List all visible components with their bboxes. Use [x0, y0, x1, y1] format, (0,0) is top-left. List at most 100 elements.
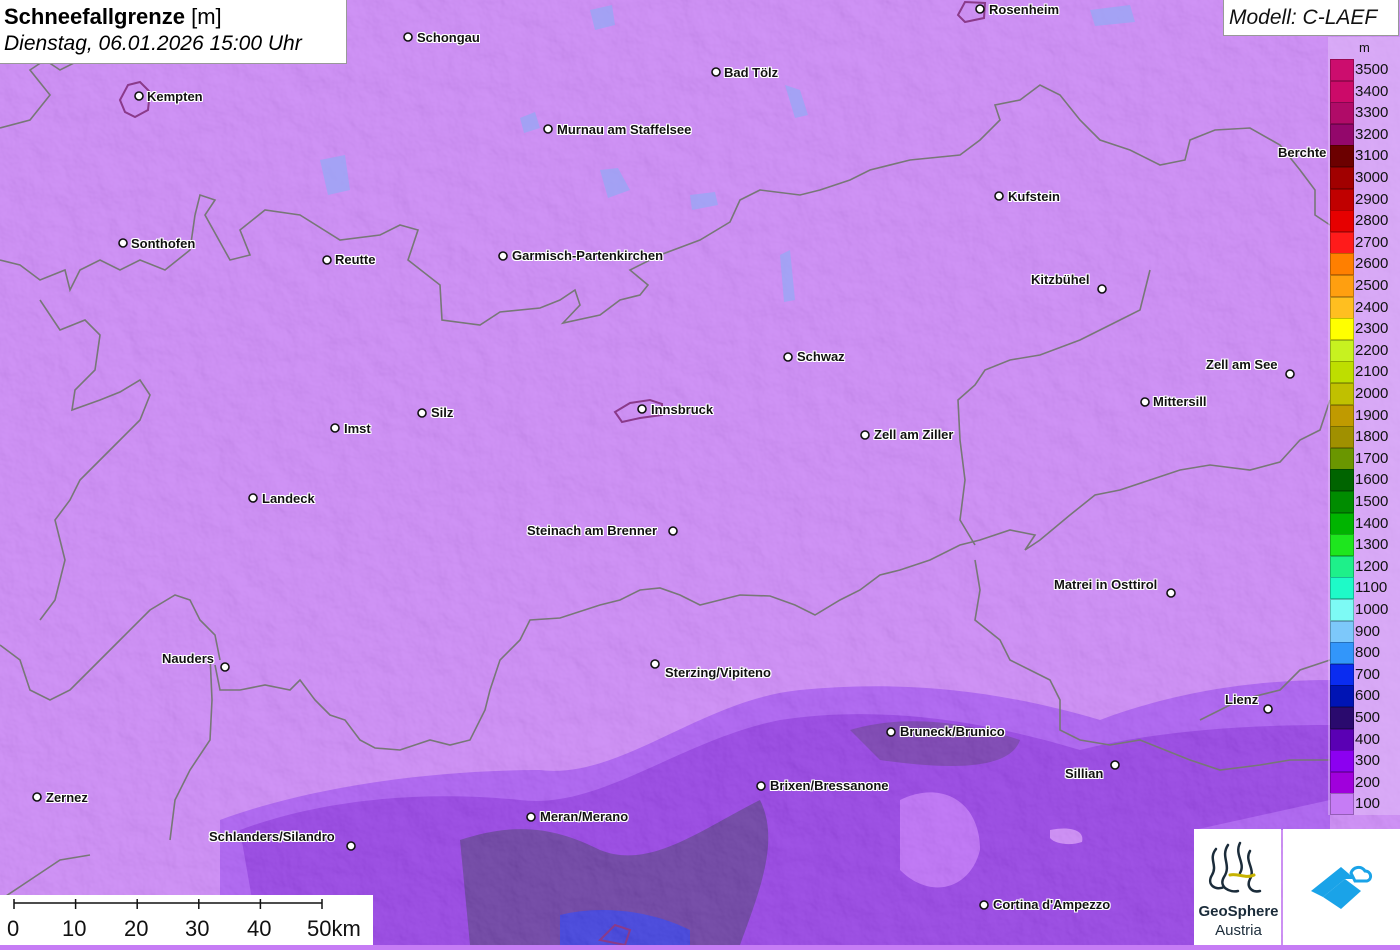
legend-swatch-2300 — [1330, 318, 1354, 341]
legend-swatch-3100 — [1330, 145, 1354, 168]
legend-label-3100: 3100 — [1355, 147, 1389, 165]
legend-swatch-2400 — [1330, 296, 1354, 319]
legend-swatch-500 — [1330, 707, 1354, 730]
legend-label-2500: 2500 — [1355, 277, 1389, 294]
city-label-reutte: Reutte — [335, 252, 376, 267]
model-box: Modell: C-LAEF — [1223, 0, 1399, 36]
legend-label-300: 300 — [1355, 752, 1381, 770]
city-label-sillian: Sillian — [1065, 766, 1104, 781]
legend-label-1200: 1200 — [1355, 557, 1389, 575]
legend-swatch-3400 — [1330, 80, 1354, 103]
legend-swatch-2000 — [1330, 383, 1354, 406]
city-label-mittersill: Mittersill — [1153, 394, 1207, 409]
city-label-kempten: Kempten — [147, 89, 203, 104]
legend-swatch-1600 — [1330, 469, 1354, 492]
scale-label-10: 10 — [62, 916, 87, 941]
city-label-bad-toelz: Bad Tölz — [724, 65, 779, 80]
city-label-kitzbuehel: Kitzbühel — [1031, 272, 1090, 287]
city-label-zell-am-ziller: Zell am Ziller — [874, 427, 954, 442]
legend-label-2700: 2700 — [1355, 233, 1389, 251]
city-label-schlanders: Schlanders/Silandro — [209, 829, 335, 844]
legend-swatch-1000 — [1330, 599, 1354, 622]
legend-swatch-1100 — [1330, 577, 1354, 600]
city-label-nauders: Nauders — [162, 651, 215, 666]
legend-label-1800: 1800 — [1355, 428, 1389, 446]
legend-label-500: 500 — [1355, 709, 1381, 726]
city-label-steinach: Steinach am Brenner — [527, 523, 658, 538]
legend-label-800: 800 — [1355, 644, 1381, 662]
title-box: Schneefallgrenze [m] Dienstag, 06.01.202… — [0, 0, 347, 64]
legend-label-1500: 1500 — [1355, 493, 1389, 510]
legend-label-700: 700 — [1355, 665, 1381, 683]
legend-swatch-2500 — [1330, 275, 1354, 298]
geosphere-emblem-icon — [1208, 841, 1262, 893]
city-label-sonthofen: Sonthofen — [131, 236, 196, 251]
legend-swatch-1800 — [1330, 426, 1354, 449]
city-label-schwaz: Schwaz — [797, 349, 845, 364]
scale-label-0: 0 — [7, 916, 20, 941]
model-label: Modell: C-LAEF — [1229, 6, 1378, 29]
scale-label-40: 40 — [247, 916, 272, 941]
legend-label-3300: 3300 — [1355, 104, 1389, 122]
city-label-sterzing: Sterzing/Vipiteno — [665, 665, 771, 680]
city-label-lienz: Lienz — [1225, 692, 1259, 707]
legend-swatch-1700 — [1330, 447, 1354, 470]
legend-swatch-700 — [1330, 663, 1354, 686]
scale-label-20: 20 — [124, 916, 149, 941]
legend-swatch-100 — [1330, 793, 1354, 816]
title-unit: [m] — [191, 4, 222, 29]
legend-label-2000: 2000 — [1355, 385, 1389, 402]
snowfall-limit-map[interactable] — [0, 0, 1400, 945]
legend-swatch-2800 — [1330, 210, 1354, 233]
legend-label-100: 100 — [1355, 795, 1381, 813]
city-label-kufstein: Kufstein — [1008, 189, 1060, 204]
city-label-silz: Silz — [431, 405, 454, 420]
legend-label-3200: 3200 — [1355, 125, 1389, 143]
legend-label-3400: 3400 — [1355, 82, 1389, 100]
legend-label-1100: 1100 — [1355, 579, 1388, 597]
arrow-cloud-icon — [1311, 865, 1373, 909]
legend-label-1300: 1300 — [1355, 536, 1389, 554]
city-label-bruneck: Bruneck/Brunico — [900, 724, 1005, 739]
city-label-berchtesgaden: Berchte — [1278, 145, 1327, 160]
legend-label-1000: 1000 — [1355, 601, 1389, 618]
legend-label-600: 600 — [1355, 687, 1381, 705]
legend-swatch-3000 — [1330, 167, 1354, 190]
legend-swatch-2700 — [1330, 231, 1354, 254]
legend-swatch-800 — [1330, 642, 1354, 665]
city-label-murnau: Murnau am Staffelsee — [557, 122, 692, 137]
legend-label-1700: 1700 — [1355, 449, 1389, 467]
legend-swatch-400 — [1330, 728, 1354, 751]
city-label-landeck: Landeck — [262, 491, 315, 506]
city-label-brixen: Brixen/Bressanone — [770, 778, 889, 793]
legend-label-200: 200 — [1355, 773, 1381, 791]
city-label-cortina: Cortina d'Ampezzo — [993, 897, 1111, 912]
legend-label-3000: 3000 — [1355, 169, 1389, 186]
legend-label-2900: 2900 — [1355, 190, 1389, 208]
legend-swatch-600 — [1330, 685, 1354, 708]
forecast-datetime: Dienstag, 06.01.2026 15:00 Uhr — [4, 32, 302, 55]
city-label-zell-am-see: Zell am See — [1206, 357, 1278, 372]
city-label-zernez: Zernez — [46, 790, 88, 805]
city-label-garmisch: Garmisch-Partenkirchen — [512, 248, 664, 263]
legend-unit: m — [1359, 40, 1370, 55]
partner-logo[interactable] — [1283, 829, 1400, 945]
legend-swatch-2200 — [1330, 339, 1354, 362]
legend-swatch-1900 — [1330, 404, 1354, 427]
legend-label-2300: 2300 — [1355, 320, 1389, 338]
legend-swatch-1500 — [1330, 491, 1354, 514]
legend-label-2100: 2100 — [1355, 363, 1389, 381]
city-label-schongau: Schongau — [417, 30, 480, 45]
city-label-innsbruck: Innsbruck — [651, 402, 714, 417]
legend-label-3500: 3500 — [1355, 61, 1389, 78]
geosphere-subname: Austria — [1215, 922, 1262, 939]
legend-swatch-2900 — [1330, 188, 1354, 211]
legend-label-2400: 2400 — [1355, 298, 1389, 316]
legend-swatch-900 — [1330, 620, 1354, 643]
legend-label-1900: 1900 — [1355, 406, 1389, 424]
legend-swatch-1400 — [1330, 512, 1354, 535]
legend-swatch-2100 — [1330, 361, 1354, 384]
city-label-matrei: Matrei in Osttirol — [1054, 577, 1158, 592]
legend-swatch-300 — [1330, 750, 1354, 773]
legend-swatch-3300 — [1330, 102, 1354, 125]
